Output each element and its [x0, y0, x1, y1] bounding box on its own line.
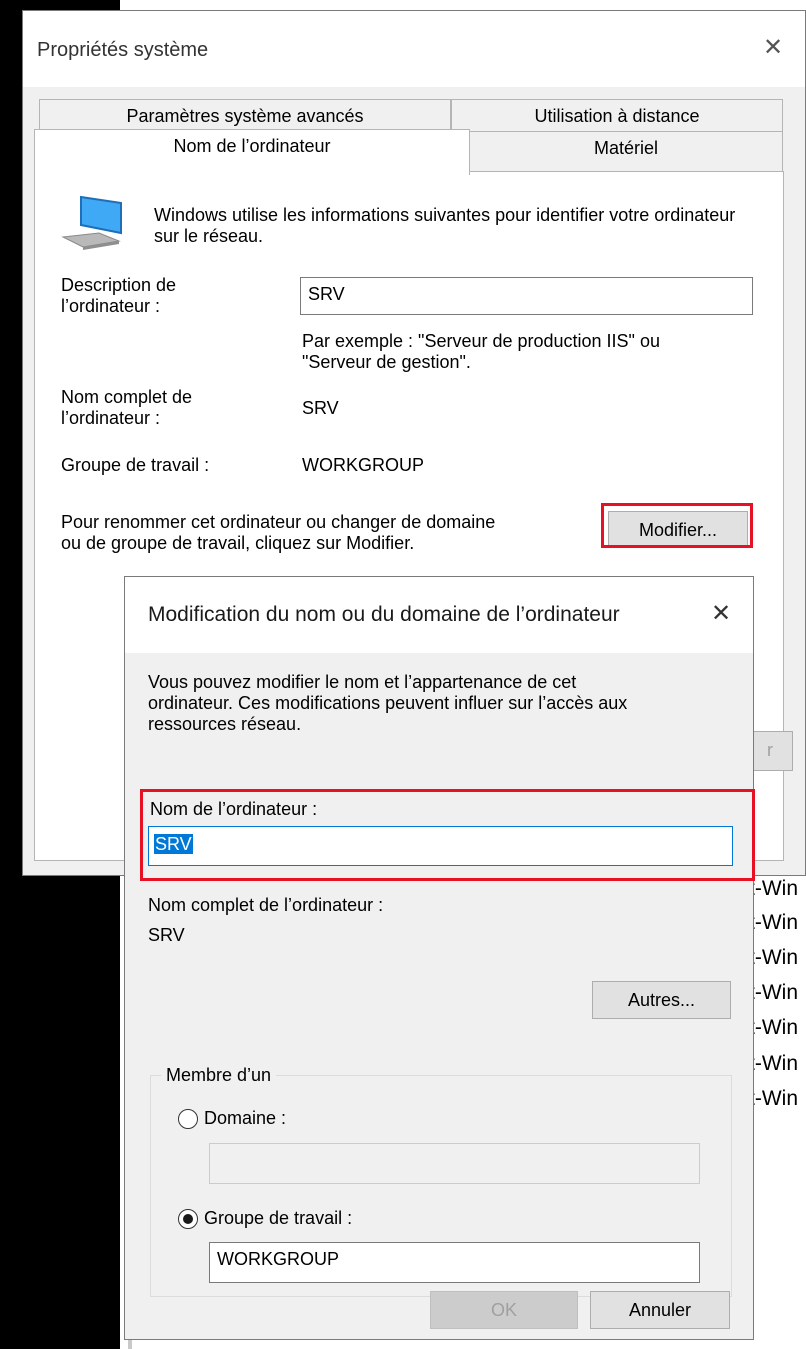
rename-hint: Pour renommer cet ordinateur ou changer … [61, 512, 496, 553]
example-text: Par exemple : "Serveur de production IIS… [302, 331, 660, 372]
computer-name-input[interactable]: SRV [148, 826, 733, 866]
member-of-label: Membre d’un [161, 1065, 277, 1086]
cancel-button[interactable]: Annuler [590, 1291, 730, 1329]
tab-label: Utilisation à distance [534, 106, 700, 126]
selected-text: SRV [154, 834, 193, 854]
modify-button[interactable]: Modifier... [608, 511, 748, 547]
button-label: Autres... [627, 990, 696, 1010]
workgroup-label: Groupe de travail : [61, 455, 210, 475]
workgroup-radio[interactable] [178, 1209, 198, 1229]
workgroup-input[interactable]: WORKGROUP [209, 1242, 700, 1283]
description-label: Description de l’ordinateur : [61, 275, 177, 316]
button-label: OK [490, 1300, 517, 1320]
tab-hardware[interactable]: Matériel [469, 131, 783, 171]
tab-remote[interactable]: Utilisation à distance [451, 99, 783, 135]
background-list-item[interactable]: t-Win [749, 981, 798, 1005]
rename-computer-dialog: Modification du nom ou du domaine de l’o… [124, 576, 755, 1340]
window-title: Propriétés système [37, 39, 209, 61]
title-bar: Modification du nom ou du domaine de l’o… [125, 577, 753, 653]
button-label: Modifier... [638, 520, 718, 540]
window-title: Modification du nom ou du domaine de l’o… [148, 603, 620, 626]
ok-button[interactable]: OK [430, 1291, 578, 1329]
title-bar: Propriétés système ✕ [23, 11, 805, 87]
background-list-item[interactable]: t-Win [749, 877, 798, 901]
background-list-item[interactable]: t-Win [749, 1052, 798, 1076]
computer-icon [61, 195, 122, 250]
domain-label: Domaine : [204, 1108, 287, 1128]
intro-text: Windows utilise les informations suivant… [154, 205, 736, 246]
domain-radio[interactable] [178, 1109, 198, 1129]
computer-name-label: Nom de l’ordinateur : [150, 799, 318, 819]
full-name-label: Nom complet de l’ordinateur : [148, 895, 384, 915]
tab-computer-name[interactable]: Nom de l’ordinateur [34, 129, 470, 175]
intro-text: Vous pouvez modifier le nom et l’apparte… [148, 672, 628, 734]
computer-description-input[interactable]: SRV [300, 277, 753, 315]
tab-label: Paramètres système avancés [126, 106, 364, 126]
domain-input[interactable] [209, 1143, 700, 1184]
full-name-value: SRV [302, 398, 339, 418]
tab-label: Nom de l’ordinateur [173, 136, 331, 156]
button-label: Annuler [628, 1300, 692, 1320]
full-name-label: Nom complet de l’ordinateur : [61, 387, 193, 428]
workgroup-value: WORKGROUP [302, 455, 425, 475]
background-list-item[interactable]: t-Win [749, 1016, 798, 1040]
background-list-item[interactable]: t-Win [749, 911, 798, 935]
full-name-value: SRV [148, 925, 185, 945]
tab-label: Matériel [593, 138, 659, 158]
background-list-item[interactable]: t-Win [749, 946, 798, 970]
workgroup-label: Groupe de travail : [204, 1208, 353, 1228]
background-list-item[interactable]: t-Win [749, 1087, 798, 1111]
close-icon[interactable]: ✕ [763, 33, 783, 61]
more-button[interactable]: Autres... [592, 981, 731, 1019]
close-icon[interactable]: ✕ [711, 599, 731, 627]
